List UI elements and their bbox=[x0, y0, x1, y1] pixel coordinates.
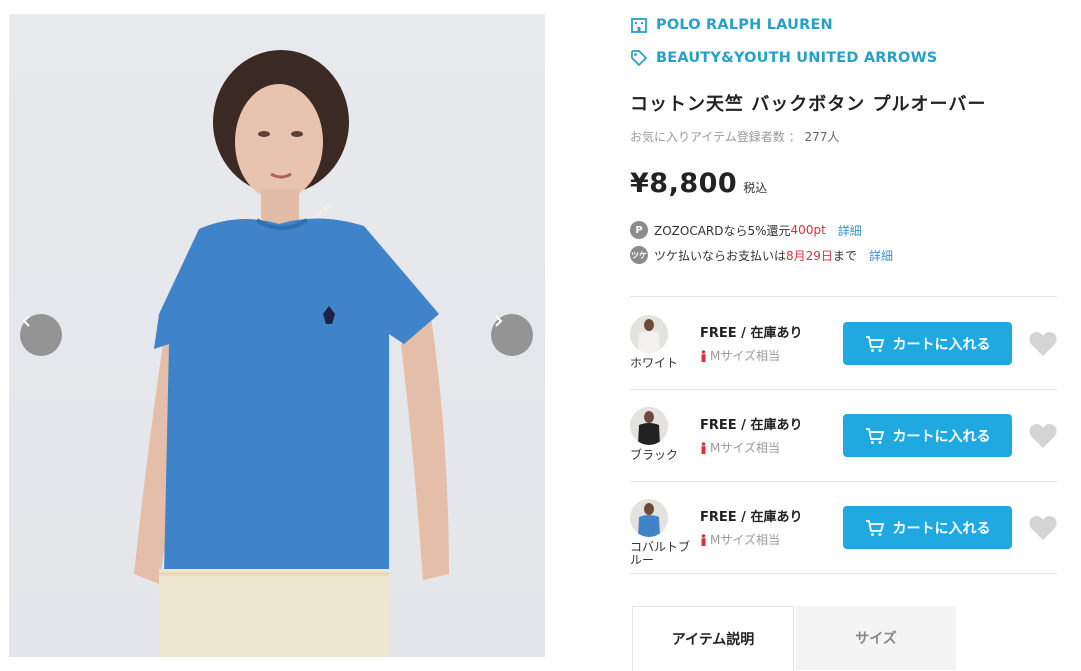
person-icon bbox=[701, 441, 706, 454]
size-stock: FREE / 在庫あり bbox=[700, 326, 803, 341]
building-icon bbox=[630, 16, 648, 34]
gallery-next-button[interactable] bbox=[491, 314, 533, 356]
tsuke-date: 8月29日 bbox=[786, 248, 833, 263]
brand-name: POLO RALPH LAUREN bbox=[656, 17, 833, 33]
color-thumbnail[interactable] bbox=[630, 315, 668, 353]
favorite-count: お気に入りアイテム登録者数 ： 277人 bbox=[630, 128, 839, 145]
favorite-heart-icon[interactable] bbox=[1029, 423, 1057, 449]
size-fit: Mサイズ相当 bbox=[700, 347, 780, 364]
person-icon bbox=[701, 349, 706, 362]
favorite-heart-icon[interactable] bbox=[1029, 331, 1057, 357]
product-photo bbox=[9, 14, 545, 657]
sku-row-cobalt-blue: コバルトブルー FREE / 在庫あり Mサイズ相当 カートに入れる bbox=[630, 481, 1057, 573]
tsuke-promo: ツケ ツケ払いならお支払いは 8月29日 まで 詳細 bbox=[630, 246, 893, 264]
price-amount: ¥8,800 bbox=[630, 168, 738, 199]
favorite-count-label: お気に入りアイテム登録者数 bbox=[630, 130, 785, 144]
add-to-cart-label: カートに入れる bbox=[892, 336, 991, 353]
promo-text: ZOZOCARDなら bbox=[654, 223, 748, 238]
color-name: ホワイト bbox=[630, 356, 679, 370]
gallery-prev-button[interactable] bbox=[20, 314, 62, 356]
size-stock: FREE / 在庫あり bbox=[700, 418, 803, 433]
color-name: コバルトブルー bbox=[630, 540, 691, 567]
tab-item-description[interactable]: アイテム説明 bbox=[632, 606, 794, 671]
cart-icon bbox=[865, 427, 884, 444]
tab-size[interactable]: サイズ bbox=[796, 606, 956, 670]
promo-points: 400pt bbox=[790, 223, 826, 237]
promo-rate: 5%還元 bbox=[747, 223, 791, 238]
color-thumbnail[interactable] bbox=[630, 499, 668, 537]
points-icon: P bbox=[630, 221, 648, 239]
favorite-count-value: 277人 bbox=[804, 130, 840, 144]
size-fit-text: Mサイズ相当 bbox=[710, 441, 780, 455]
shop-link[interactable]: BEAUTY&YOUTH UNITED ARROWS bbox=[630, 49, 937, 67]
tag-icon bbox=[630, 49, 648, 67]
chevron-right-icon bbox=[495, 315, 503, 327]
price-tax-label: 税込 bbox=[743, 181, 768, 195]
sku-row-white: ホワイト FREE / 在庫あり Mサイズ相当 カートに入れる bbox=[630, 297, 1057, 389]
size-fit: Mサイズ相当 bbox=[700, 439, 780, 456]
brand-link[interactable]: POLO RALPH LAUREN bbox=[630, 16, 833, 34]
add-to-cart-label: カートに入れる bbox=[892, 428, 991, 445]
color-thumbnail[interactable] bbox=[630, 407, 668, 445]
detail-tabs: アイテム説明 サイズ bbox=[630, 606, 1057, 671]
promo-detail-link[interactable]: 詳細 bbox=[838, 222, 862, 239]
zozocard-promo: P ZOZOCARDなら 5%還元 400pt 詳細 bbox=[630, 221, 862, 239]
add-to-cart-button[interactable]: カートに入れる bbox=[843, 322, 1012, 365]
favorite-heart-icon[interactable] bbox=[1029, 515, 1057, 541]
cart-icon bbox=[865, 335, 884, 352]
add-to-cart-button[interactable]: カートに入れる bbox=[843, 506, 1012, 549]
chevron-left-icon bbox=[22, 315, 30, 327]
favorite-count-separator: ： bbox=[788, 130, 801, 144]
tsuke-text: ツケ払いならお支払いは bbox=[654, 248, 787, 263]
tsuke-detail-link[interactable]: 詳細 bbox=[869, 247, 893, 264]
color-name: ブラック bbox=[630, 448, 679, 462]
size-fit-text: Mサイズ相当 bbox=[710, 533, 780, 547]
divider bbox=[630, 573, 1057, 574]
size-fit-text: Mサイズ相当 bbox=[710, 349, 780, 363]
sku-row-black: ブラック FREE / 在庫あり Mサイズ相当 カートに入れる bbox=[630, 389, 1057, 481]
product-title: コットン天竺 バックボタン プルオーバー bbox=[630, 94, 987, 115]
person-icon bbox=[701, 533, 706, 546]
tsuke-post: まで bbox=[832, 248, 857, 263]
model-illustration bbox=[134, 50, 449, 657]
cart-icon bbox=[865, 519, 884, 536]
shop-name: BEAUTY&YOUTH UNITED ARROWS bbox=[656, 50, 938, 66]
price: ¥8,800 税込 bbox=[630, 168, 767, 199]
add-to-cart-button[interactable]: カートに入れる bbox=[843, 414, 1012, 457]
tsuke-icon: ツケ bbox=[630, 246, 648, 264]
size-stock: FREE / 在庫あり bbox=[700, 510, 803, 525]
size-fit: Mサイズ相当 bbox=[700, 531, 780, 548]
add-to-cart-label: カートに入れる bbox=[892, 520, 991, 537]
